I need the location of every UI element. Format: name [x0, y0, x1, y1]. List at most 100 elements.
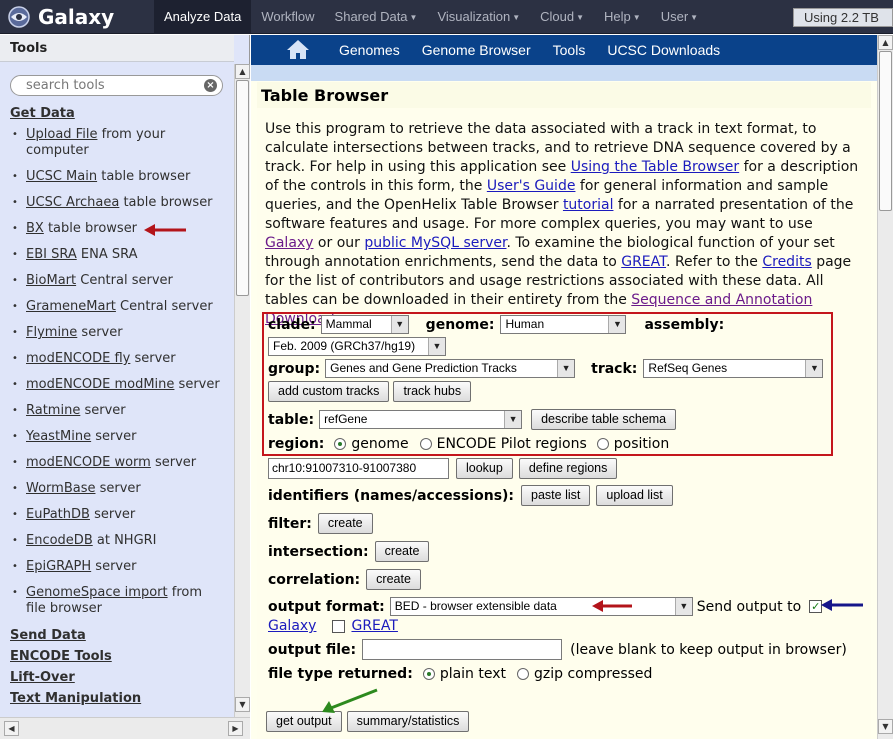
- correlation-create-button[interactable]: create: [366, 569, 421, 590]
- track-select[interactable]: RefSeq Genes ▼: [643, 359, 824, 378]
- tool-modencode-fly[interactable]: modENCODE fly server: [10, 351, 225, 367]
- position-input[interactable]: chr10:91007310-91007380: [268, 458, 449, 479]
- tool-upload-file[interactable]: Upload File from your computer: [10, 127, 225, 159]
- nav-genome-browser[interactable]: Genome Browser: [422, 42, 553, 58]
- scroll-right-icon[interactable]: ▶: [228, 721, 243, 736]
- center-scrollbar[interactable]: ▲ ▼: [877, 35, 893, 739]
- table-select[interactable]: refGene ▼: [319, 410, 523, 429]
- tool-link[interactable]: GenomeSpace import: [26, 585, 168, 600]
- file-type-gzip-radio[interactable]: [517, 668, 530, 680]
- assembly-select[interactable]: Feb. 2009 (GRCh37/hg19) ▼: [268, 337, 446, 356]
- link-credits[interactable]: Credits: [762, 254, 811, 270]
- tool-ucsc-main[interactable]: UCSC Main table browser: [10, 169, 225, 185]
- tool-link[interactable]: Flymine: [26, 325, 77, 340]
- region-encode-radio[interactable]: [419, 438, 432, 450]
- scroll-up-icon[interactable]: ▲: [235, 64, 250, 79]
- region-genome-radio[interactable]: [334, 438, 347, 450]
- nav-genomes[interactable]: Genomes: [339, 42, 422, 58]
- tool-link[interactable]: BioMart: [26, 273, 76, 288]
- tool-link[interactable]: modENCODE fly: [26, 351, 130, 366]
- quota-meter[interactable]: Using 2.2 TB: [793, 8, 893, 27]
- section-get-data[interactable]: Get Data: [10, 106, 75, 121]
- tool-yeastmine[interactable]: YeastMine server: [10, 429, 225, 445]
- tool-gramenemart[interactable]: GrameneMart Central server: [10, 299, 225, 315]
- tool-link[interactable]: Ratmine: [26, 403, 80, 418]
- filter-create-button[interactable]: create: [317, 513, 373, 534]
- tool-modencode-worm[interactable]: modENCODE worm server: [10, 455, 225, 471]
- tool-wormbase[interactable]: WormBase server: [10, 481, 225, 497]
- section-text-manipulation[interactable]: Text Manipulation: [10, 691, 141, 706]
- link-galaxy[interactable]: Galaxy: [265, 235, 313, 251]
- nav-ucsc-downloads[interactable]: UCSC Downloads: [607, 42, 742, 58]
- link-users-guide[interactable]: User's Guide: [487, 178, 576, 194]
- tool-ebi-sra[interactable]: EBI SRA ENA SRA: [10, 247, 225, 263]
- tab-workflow[interactable]: Workflow: [251, 0, 324, 34]
- clear-search-icon[interactable]: ×: [204, 79, 217, 92]
- tool-panel-scrollbar[interactable]: ▲ ▼: [234, 64, 250, 727]
- tool-biomart[interactable]: BioMart Central server: [10, 273, 225, 289]
- tab-visualization[interactable]: Visualization ▼: [427, 0, 530, 34]
- home-icon[interactable]: [281, 35, 315, 65]
- tool-link[interactable]: EBI SRA: [26, 247, 77, 262]
- link-using-table-browser[interactable]: Using the Table Browser: [571, 159, 739, 175]
- tool-link[interactable]: EpiGRAPH: [26, 559, 91, 574]
- tab-help[interactable]: Help ▼: [594, 0, 651, 34]
- tool-ratmine[interactable]: Ratmine server: [10, 403, 225, 419]
- send-great-checkbox[interactable]: [332, 619, 346, 633]
- section-encode-tools[interactable]: ENCODE Tools: [10, 649, 112, 664]
- tool-link[interactable]: modENCODE modMine: [26, 377, 174, 392]
- tool-bx[interactable]: BX table browser: [10, 221, 225, 237]
- galaxy-link[interactable]: Galaxy: [268, 618, 316, 634]
- link-tutorial[interactable]: tutorial: [563, 197, 614, 213]
- paste-list-button[interactable]: paste list: [521, 485, 591, 506]
- nav-tools[interactable]: Tools: [553, 42, 608, 58]
- file-type-plain-radio[interactable]: [422, 668, 435, 680]
- scroll-left-icon[interactable]: ◀: [4, 721, 19, 736]
- tool-encodedb[interactable]: EncodeDB at NHGRI: [10, 533, 225, 549]
- tool-link[interactable]: Upload File: [26, 127, 97, 142]
- section-lift-over[interactable]: Lift-Over: [10, 670, 75, 685]
- tool-modencode-modmine[interactable]: modENCODE modMine server: [10, 377, 225, 393]
- scroll-down-icon[interactable]: ▼: [235, 697, 250, 712]
- tab-user[interactable]: User ▼: [651, 0, 708, 34]
- scroll-thumb[interactable]: [879, 51, 892, 211]
- region-position-radio[interactable]: [596, 438, 609, 450]
- add-custom-tracks-button[interactable]: add custom tracks: [268, 381, 390, 402]
- tool-epigraph[interactable]: EpiGRAPH server: [10, 559, 225, 575]
- tool-link[interactable]: GrameneMart: [26, 299, 116, 314]
- genome-select[interactable]: Human ▼: [500, 315, 627, 334]
- scroll-up-icon[interactable]: ▲: [878, 35, 893, 50]
- tool-link[interactable]: YeastMine: [26, 429, 91, 444]
- tool-link[interactable]: EncodeDB: [26, 533, 93, 548]
- tool-panel-resize-bar[interactable]: ◀ ▶: [0, 717, 250, 739]
- scroll-thumb[interactable]: [236, 80, 249, 296]
- tool-link[interactable]: UCSC Main: [26, 169, 97, 184]
- link-public-mysql[interactable]: public MySQL server: [364, 235, 506, 251]
- output-format-select[interactable]: BED - browser extensible data ▼: [389, 597, 693, 616]
- tool-flymine[interactable]: Flymine server: [10, 325, 225, 341]
- clade-select[interactable]: Mammal ▼: [320, 315, 409, 334]
- upload-list-button[interactable]: upload list: [596, 485, 673, 506]
- tab-analyze-data[interactable]: Analyze Data: [154, 0, 252, 34]
- tab-cloud[interactable]: Cloud ▼: [530, 0, 594, 34]
- group-select[interactable]: Genes and Gene Prediction Tracks ▼: [325, 359, 576, 378]
- intersection-create-button[interactable]: create: [374, 541, 430, 562]
- describe-schema-button[interactable]: describe table schema: [531, 409, 677, 430]
- tool-ucsc-archaea[interactable]: UCSC Archaea table browser: [10, 195, 225, 211]
- brand[interactable]: Galaxy: [6, 4, 114, 30]
- tool-link[interactable]: UCSC Archaea: [26, 195, 119, 210]
- tool-link[interactable]: EuPathDB: [26, 507, 90, 522]
- tool-genomespace-import[interactable]: GenomeSpace import from file browser: [10, 585, 225, 617]
- lookup-button[interactable]: lookup: [456, 458, 513, 479]
- great-link[interactable]: GREAT: [351, 618, 397, 634]
- tool-eupathdb[interactable]: EuPathDB server: [10, 507, 225, 523]
- link-great[interactable]: GREAT: [621, 254, 666, 270]
- tab-shared-data[interactable]: Shared Data ▼: [325, 0, 428, 34]
- tool-link[interactable]: BX: [26, 221, 44, 236]
- define-regions-button[interactable]: define regions: [518, 458, 618, 479]
- search-tools-input[interactable]: search tools ×: [10, 75, 223, 96]
- scroll-down-icon[interactable]: ▼: [878, 719, 893, 734]
- section-send-data[interactable]: Send Data: [10, 628, 86, 643]
- output-file-input[interactable]: [362, 639, 563, 660]
- tool-link[interactable]: modENCODE worm: [26, 455, 151, 470]
